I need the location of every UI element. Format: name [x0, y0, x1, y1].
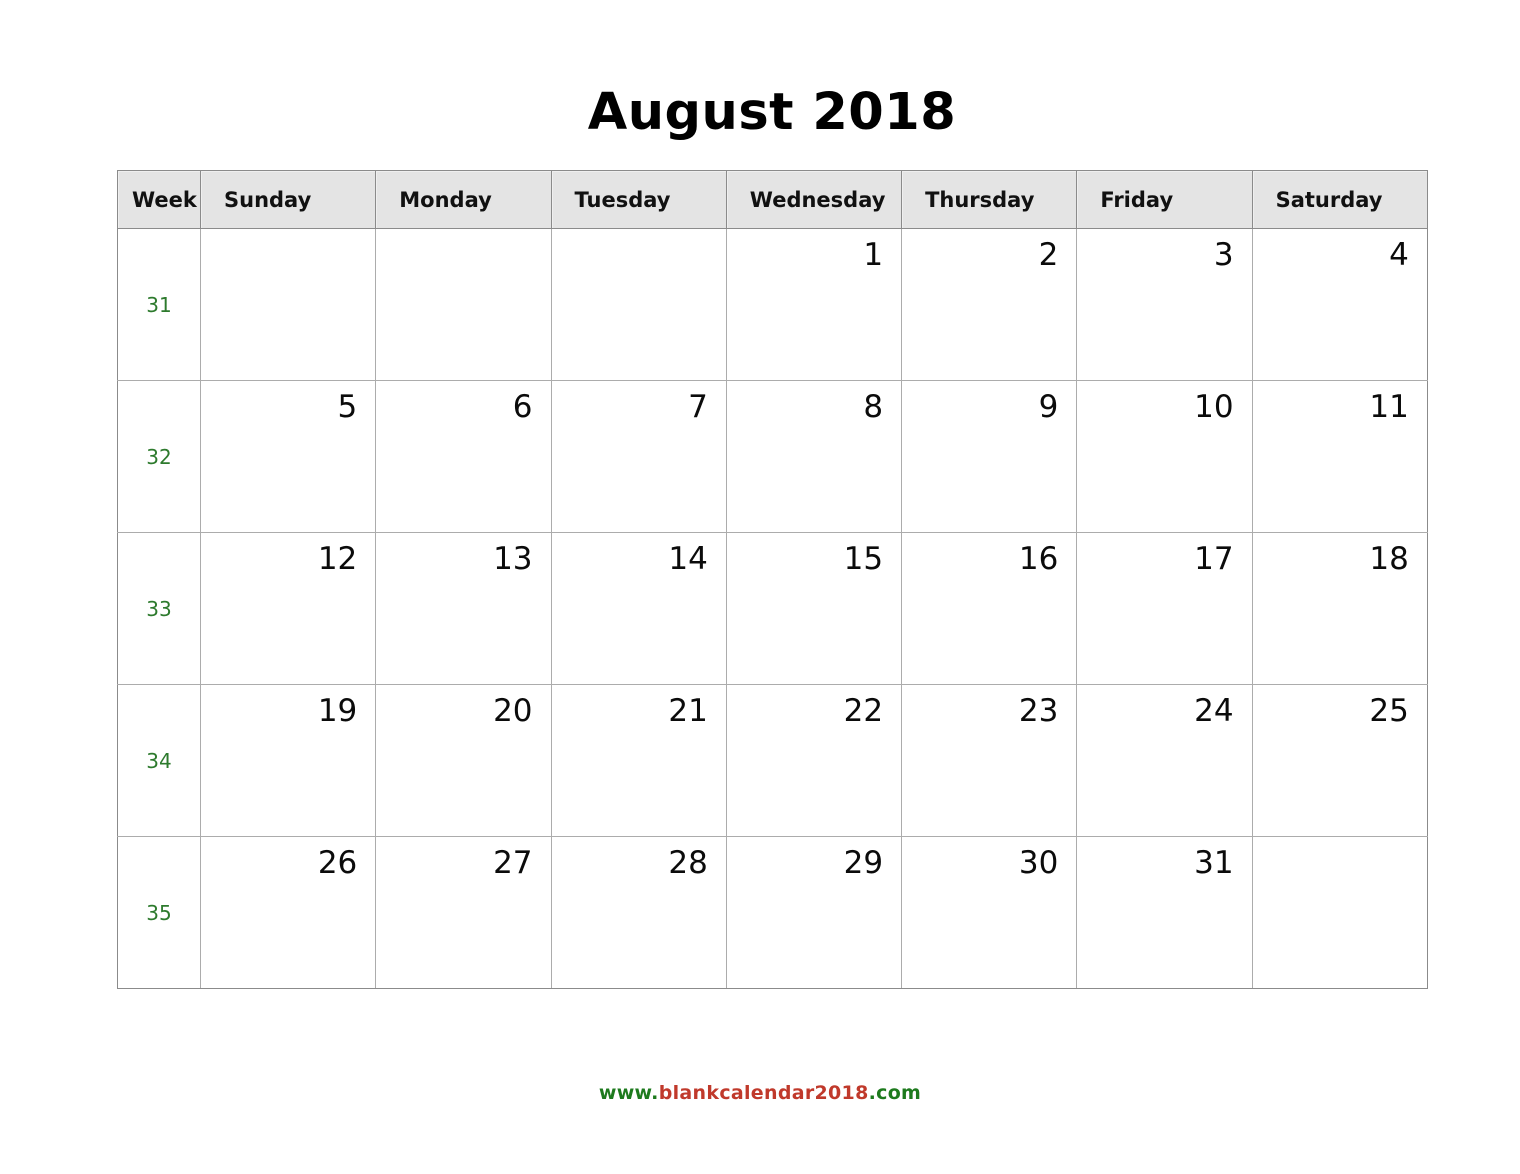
- day-cell-sunday[interactable]: 5: [199, 380, 377, 533]
- week-number-cell: 35: [117, 836, 201, 989]
- day-cell-tuesday[interactable]: 7: [550, 380, 727, 533]
- week-number: 32: [146, 445, 172, 469]
- day-cell-saturday[interactable]: 11: [1251, 380, 1428, 533]
- day-number: 10: [1194, 389, 1234, 425]
- column-header-week: Week: [117, 170, 201, 229]
- day-number: 31: [1194, 845, 1234, 881]
- day-cell-thursday[interactable]: 9: [901, 380, 1078, 533]
- week-number: 31: [146, 293, 172, 317]
- day-number: 6: [512, 389, 533, 425]
- day-cell-sunday[interactable]: 26: [199, 836, 377, 989]
- day-cell-wednesday[interactable]: 1: [725, 228, 903, 381]
- day-number: 11: [1369, 389, 1409, 425]
- table-row: 35 26 27 28 29 30 31: [117, 836, 1428, 989]
- week-number-cell: 31: [117, 228, 201, 381]
- day-number: 18: [1369, 541, 1409, 577]
- week-number-cell: 34: [117, 684, 201, 837]
- day-number: 4: [1389, 237, 1409, 273]
- day-cell-tuesday[interactable]: 28: [550, 836, 727, 989]
- day-cell-thursday[interactable]: 30: [901, 836, 1078, 989]
- table-row: 31 1 2 3 4: [117, 228, 1428, 381]
- day-number: 16: [1018, 541, 1059, 577]
- day-cell-wednesday[interactable]: 15: [725, 532, 903, 685]
- week-number-cell: 32: [117, 380, 201, 533]
- day-cell-wednesday[interactable]: 8: [725, 380, 903, 533]
- day-cell-monday[interactable]: [375, 228, 552, 381]
- footer-prefix: www.: [598, 1082, 659, 1104]
- day-cell-monday[interactable]: 6: [375, 380, 552, 533]
- day-number: 24: [1194, 693, 1234, 729]
- day-cell-sunday[interactable]: 19: [199, 684, 377, 837]
- day-number: 2: [1038, 237, 1059, 273]
- day-cell-wednesday[interactable]: 22: [725, 684, 903, 837]
- day-cell-friday[interactable]: 3: [1076, 228, 1253, 381]
- day-number: 17: [1194, 541, 1234, 577]
- day-number: 8: [863, 389, 884, 425]
- day-number: 1: [863, 237, 884, 273]
- footer-suffix: .com: [868, 1082, 922, 1104]
- day-number: 22: [843, 693, 884, 729]
- day-cell-thursday[interactable]: 2: [901, 228, 1078, 381]
- week-number: 35: [146, 901, 172, 925]
- column-header-sunday: Sunday: [199, 170, 377, 229]
- day-cell-monday[interactable]: 20: [375, 684, 552, 837]
- day-cell-friday[interactable]: 17: [1076, 532, 1253, 685]
- day-number: 21: [668, 693, 708, 729]
- table-row: 33 12 13 14 15 16 17 18: [117, 532, 1428, 685]
- day-number: 25: [1369, 693, 1409, 729]
- day-number: 9: [1038, 389, 1059, 425]
- day-cell-saturday[interactable]: 18: [1251, 532, 1428, 685]
- day-cell-saturday[interactable]: [1251, 836, 1428, 989]
- day-cell-friday[interactable]: 24: [1076, 684, 1253, 837]
- day-number: 19: [317, 693, 358, 729]
- day-number: 27: [493, 845, 533, 881]
- column-header-tuesday: Tuesday: [550, 170, 727, 229]
- calendar-page: August 2018 Week Sunday Monday Tuesday W…: [0, 0, 1520, 1174]
- day-number: 30: [1018, 845, 1059, 881]
- day-cell-sunday[interactable]: 12: [199, 532, 377, 685]
- week-number: 33: [146, 597, 172, 621]
- day-number: 7: [688, 389, 708, 425]
- day-number: 20: [493, 693, 533, 729]
- day-number: 15: [843, 541, 884, 577]
- day-cell-saturday[interactable]: 4: [1251, 228, 1428, 381]
- calendar-table-wrapper: Week Sunday Monday Tuesday Wednesday Thu…: [117, 170, 1428, 989]
- page-title: August 2018: [587, 83, 957, 142]
- week-number: 34: [146, 749, 172, 773]
- day-cell-friday[interactable]: 31: [1076, 836, 1253, 989]
- column-header-saturday: Saturday: [1251, 170, 1428, 229]
- table-row: 32 5 6 7 8 9 10 11: [117, 380, 1428, 533]
- footer-website-link[interactable]: www.blankcalendar2018.com: [0, 1081, 1520, 1105]
- calendar-table: Week Sunday Monday Tuesday Wednesday Thu…: [117, 170, 1428, 989]
- footer-domain: blankcalendar2018: [658, 1082, 869, 1104]
- day-number: 14: [668, 541, 708, 577]
- day-number: 26: [317, 845, 358, 881]
- day-cell-tuesday[interactable]: 21: [550, 684, 727, 837]
- day-number: 29: [843, 845, 884, 881]
- day-number: 23: [1018, 693, 1059, 729]
- day-cell-friday[interactable]: 10: [1076, 380, 1253, 533]
- day-cell-sunday[interactable]: [199, 228, 377, 381]
- day-cell-thursday[interactable]: 23: [901, 684, 1078, 837]
- day-cell-thursday[interactable]: 16: [901, 532, 1078, 685]
- day-cell-monday[interactable]: 27: [375, 836, 552, 989]
- day-number: 3: [1213, 237, 1234, 273]
- day-cell-tuesday[interactable]: [550, 228, 727, 381]
- day-cell-tuesday[interactable]: 14: [550, 532, 727, 685]
- day-number: 5: [337, 389, 358, 425]
- column-header-monday: Monday: [375, 170, 552, 229]
- calendar-header-row: Week Sunday Monday Tuesday Wednesday Thu…: [117, 170, 1428, 229]
- day-cell-monday[interactable]: 13: [375, 532, 552, 685]
- day-number: 13: [493, 541, 533, 577]
- week-number-cell: 33: [117, 532, 201, 685]
- day-cell-saturday[interactable]: 25: [1251, 684, 1428, 837]
- day-number: 28: [668, 845, 708, 881]
- column-header-friday: Friday: [1076, 170, 1253, 229]
- column-header-wednesday: Wednesday: [725, 170, 903, 229]
- column-header-thursday: Thursday: [901, 170, 1078, 229]
- day-number: 12: [317, 541, 358, 577]
- day-cell-wednesday[interactable]: 29: [725, 836, 903, 989]
- table-row: 34 19 20 21 22 23 24 25: [117, 684, 1428, 837]
- calendar-body: 31 1 2 3 4 32 5 6 7 8 9 10 11 33 12 13 1…: [117, 228, 1428, 989]
